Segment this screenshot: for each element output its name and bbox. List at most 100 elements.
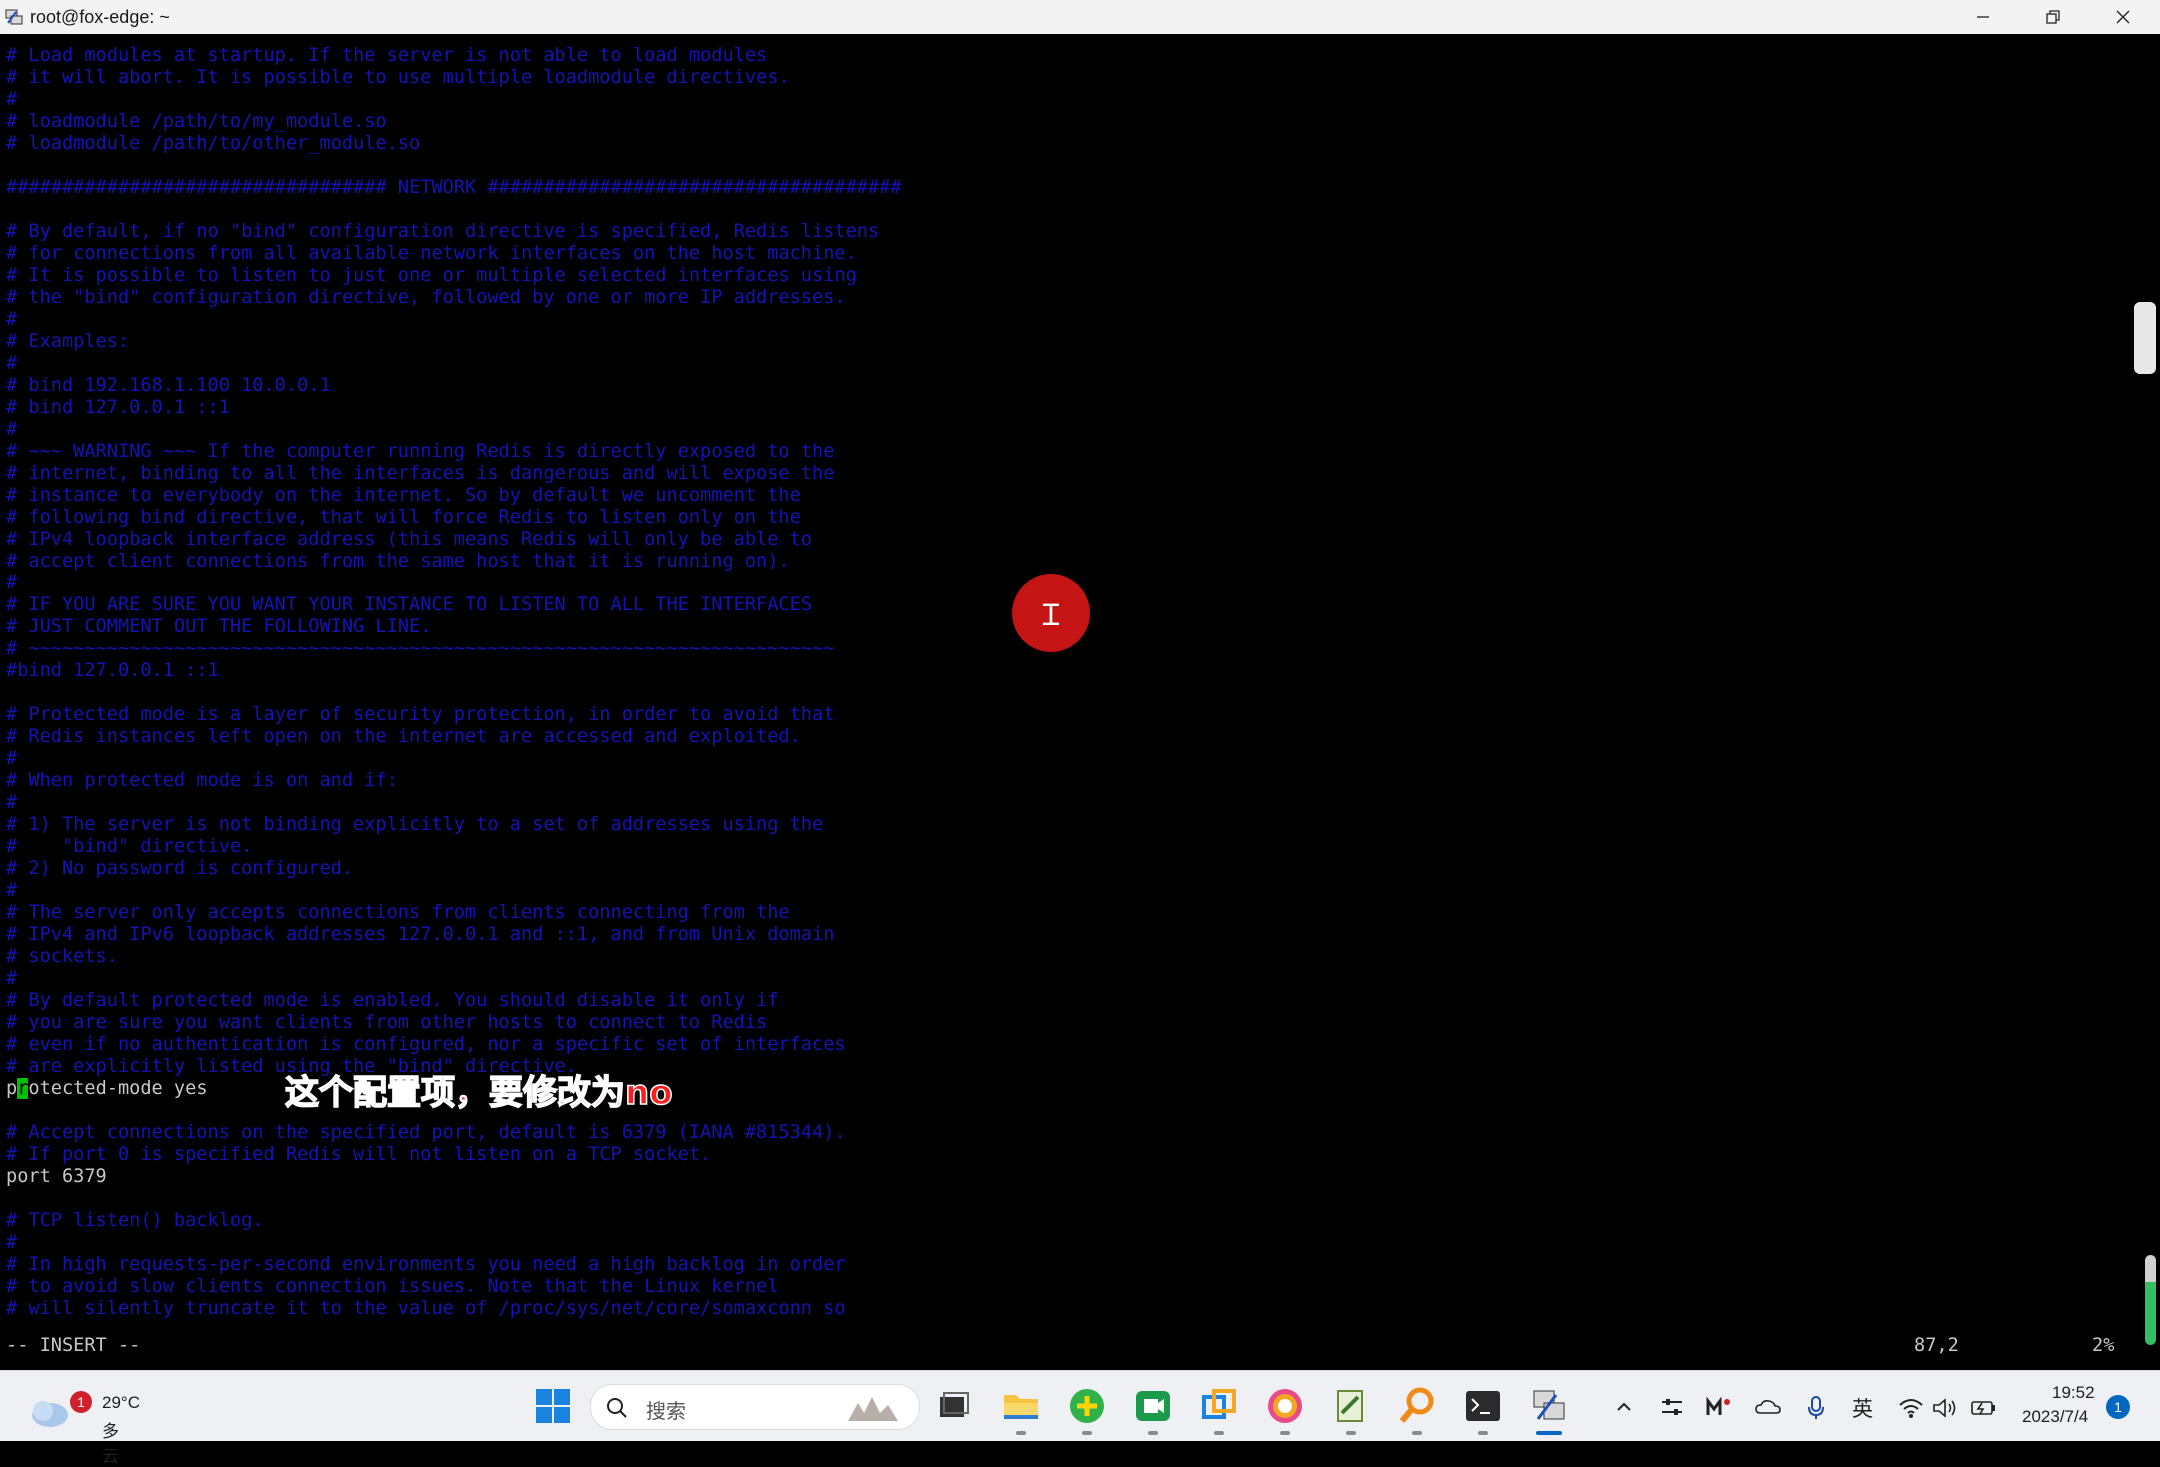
terminal-line: # ~~~ WARNING ~~~ If the computer runnin… xyxy=(6,440,835,462)
terminal-line: # IPv4 and IPv6 loopback addresses 127.0… xyxy=(6,924,835,946)
terminal-line: # By default, if no "bind" configuration… xyxy=(6,220,880,242)
weather-description: 多云 xyxy=(102,1422,119,1466)
terminal-line: # "bind" directive. xyxy=(6,836,253,858)
terminal-line: # for connections from all available net… xyxy=(6,242,857,264)
putty-icon xyxy=(5,9,23,25)
text-cursor-icon: Ɪ xyxy=(1042,597,1060,633)
active-window-indicator xyxy=(1536,1431,1562,1435)
file-explorer-icon[interactable] xyxy=(1000,1385,1042,1427)
video-meeting-icon[interactable] xyxy=(1132,1385,1174,1427)
weather-temperature: 29°C xyxy=(102,1393,140,1412)
terminal-line: # xyxy=(6,352,18,374)
browser-icon[interactable] xyxy=(1264,1385,1306,1427)
mail-app-icon[interactable] xyxy=(1706,1395,1732,1419)
close-icon xyxy=(2116,10,2130,24)
scrollbar-thumb[interactable] xyxy=(2134,302,2156,374)
onedrive-icon[interactable] xyxy=(1754,1397,1782,1417)
taskbar: 1 29°C 多云 搜索 英 19:52 2023/7/4 1 xyxy=(0,1370,2160,1466)
chevron-up-icon[interactable] xyxy=(1614,1397,1634,1417)
minimize-icon xyxy=(1977,16,1989,18)
minimize-button[interactable] xyxy=(1948,0,2018,34)
terminal-line: # internet, binding to all the interface… xyxy=(6,462,835,484)
terminal-line: # to avoid slow clients connection issue… xyxy=(6,1275,779,1297)
microphone-icon[interactable] xyxy=(1806,1395,1826,1421)
terminal-line: # xyxy=(6,572,18,594)
terminal-line: # you are sure you want clients from oth… xyxy=(6,1012,768,1034)
search-highlight-icon xyxy=(848,1397,898,1421)
terminal-line: # By default protected mode is enabled. … xyxy=(6,990,779,1012)
battery-icon[interactable] xyxy=(1970,1397,1998,1419)
running-indicator xyxy=(1346,1431,1356,1435)
cursor-line-prefix: p xyxy=(6,1078,18,1100)
terminal-line: protected-mode yes xyxy=(6,1078,208,1100)
terminal-line: # accept client connections from the sam… xyxy=(6,550,790,572)
terminal-line: # xyxy=(6,880,18,902)
search-placeholder: 搜索 xyxy=(646,1399,686,1423)
terminal-line: # IPv4 loopback interface address (this … xyxy=(6,528,812,550)
terminal-line: # xyxy=(6,1231,18,1253)
terminal-line: # 1) The server is not binding explicitl… xyxy=(6,814,824,836)
terminal-line: # ~~~~~~~~~~~~~~~~~~~~~~~~~~~~~~~~~~~~~~… xyxy=(6,638,835,660)
remote-desktop-icon[interactable] xyxy=(1198,1385,1240,1427)
search-icon xyxy=(607,1398,627,1418)
notification-badge[interactable]: 1 xyxy=(2106,1395,2130,1419)
video-subtitle: 这个配置项，要修改为no xyxy=(284,1072,673,1114)
terminal-line: # xyxy=(6,418,18,440)
terminal-line: # Protected mode is a layer of security … xyxy=(6,704,835,726)
cursor-line-rest: otected-mode yes xyxy=(28,1078,208,1100)
terminal-line: # The server only accepts connections fr… xyxy=(6,902,790,924)
terminal-line: # xyxy=(6,748,18,770)
terminal-line: # xyxy=(6,88,18,110)
clock-time[interactable]: 19:52 xyxy=(2052,1383,2095,1403)
terminal-screen[interactable]: # Load modules at startup. If the server… xyxy=(0,34,2134,1370)
notepad-icon[interactable] xyxy=(1330,1385,1372,1427)
terminal-line: # It is possible to listen to just one o… xyxy=(6,264,857,286)
text-cursor: r xyxy=(17,1078,29,1100)
terminal-line: # TCP listen() backlog. xyxy=(6,1209,264,1231)
weather-alert-badge: 1 xyxy=(70,1391,92,1413)
running-indicator xyxy=(1478,1431,1488,1435)
cloud-icon xyxy=(32,1401,68,1427)
vim-mode-indicator: -- INSERT -- xyxy=(6,1335,141,1356)
terminal-line: # 2) No password is configured. xyxy=(6,858,354,880)
terminal-line: # the "bind" configuration directive, fo… xyxy=(6,286,846,308)
wifi-icon[interactable] xyxy=(1898,1397,1924,1419)
terminal-line: # xyxy=(6,968,18,990)
task-view-icon[interactable] xyxy=(932,1385,974,1427)
terminal-line: # loadmodule /path/to/other_module.so xyxy=(6,132,421,154)
terminal-line: # IF YOU ARE SURE YOU WANT YOUR INSTANCE… xyxy=(6,594,812,616)
terminal-line: # instance to everybody on the internet.… xyxy=(6,484,801,506)
sliders-icon[interactable] xyxy=(1660,1395,1684,1419)
terminal-line: # sockets. xyxy=(6,946,118,968)
terminal-line: # it will abort. It is possible to use m… xyxy=(6,66,790,88)
restore-button[interactable] xyxy=(2018,0,2088,34)
input-method-indicator[interactable]: 英 xyxy=(1852,1393,1873,1421)
windows-start-icon[interactable] xyxy=(532,1385,574,1427)
clock-date[interactable]: 2023/7/4 xyxy=(2022,1407,2088,1427)
vim-cursor-position: 87,2 xyxy=(1914,1335,1959,1356)
terminal-line: # xyxy=(6,792,18,814)
terminal-line: # Examples: xyxy=(6,330,130,352)
volume-icon[interactable] xyxy=(1932,1397,1958,1419)
magnifier-app-icon[interactable] xyxy=(1396,1385,1438,1427)
putty-taskbar-icon[interactable] xyxy=(1528,1385,1570,1427)
terminal-line: # JUST COMMENT OUT THE FOLLOWING LINE. xyxy=(6,616,432,638)
running-indicator xyxy=(1082,1431,1092,1435)
running-indicator xyxy=(1016,1431,1026,1435)
weather-widget[interactable]: 1 29°C 多云 xyxy=(26,1383,140,1466)
plus-app-icon[interactable] xyxy=(1066,1385,1108,1427)
vim-scroll-percent: 2% xyxy=(2092,1335,2115,1356)
running-indicator xyxy=(1412,1431,1422,1435)
terminal-line: # even if no authentication is configure… xyxy=(6,1034,846,1056)
running-indicator xyxy=(1214,1431,1224,1435)
terminal-line: # bind 127.0.0.1 ::1 xyxy=(6,396,230,418)
terminal-line: # following bind directive, that will fo… xyxy=(6,506,801,528)
terminal-line: port 6379 xyxy=(6,1165,107,1187)
window-title: root@fox-edge: ~ xyxy=(30,6,170,27)
terminal-scrollbar[interactable] xyxy=(2134,34,2160,1370)
running-indicator xyxy=(1148,1431,1158,1435)
terminal-icon[interactable] xyxy=(1462,1385,1504,1427)
terminal-line: # loadmodule /path/to/my_module.so xyxy=(6,110,387,132)
close-button[interactable] xyxy=(2088,0,2158,34)
terminal-line: # bind 192.168.1.100 10.0.0.1 xyxy=(6,374,331,396)
